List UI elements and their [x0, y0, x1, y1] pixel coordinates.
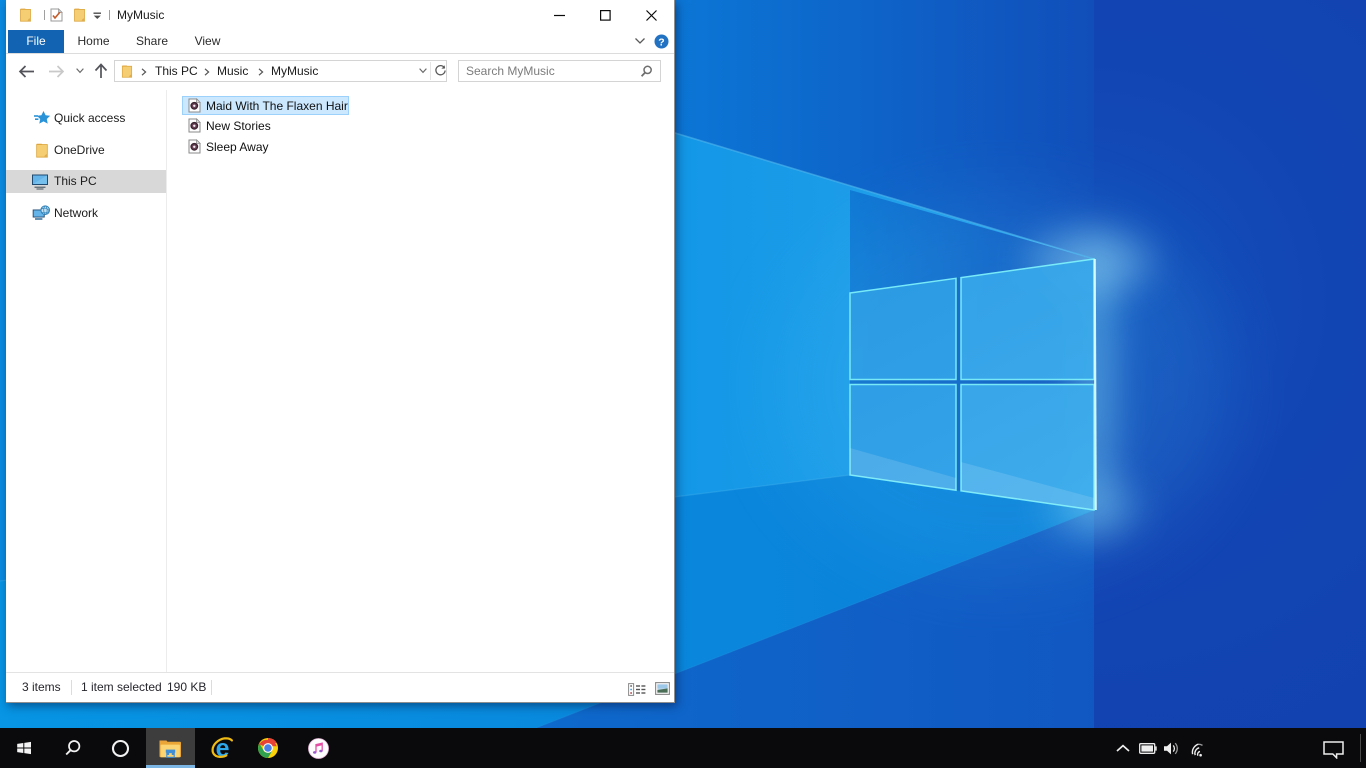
svg-text:?: ? — [658, 36, 664, 48]
